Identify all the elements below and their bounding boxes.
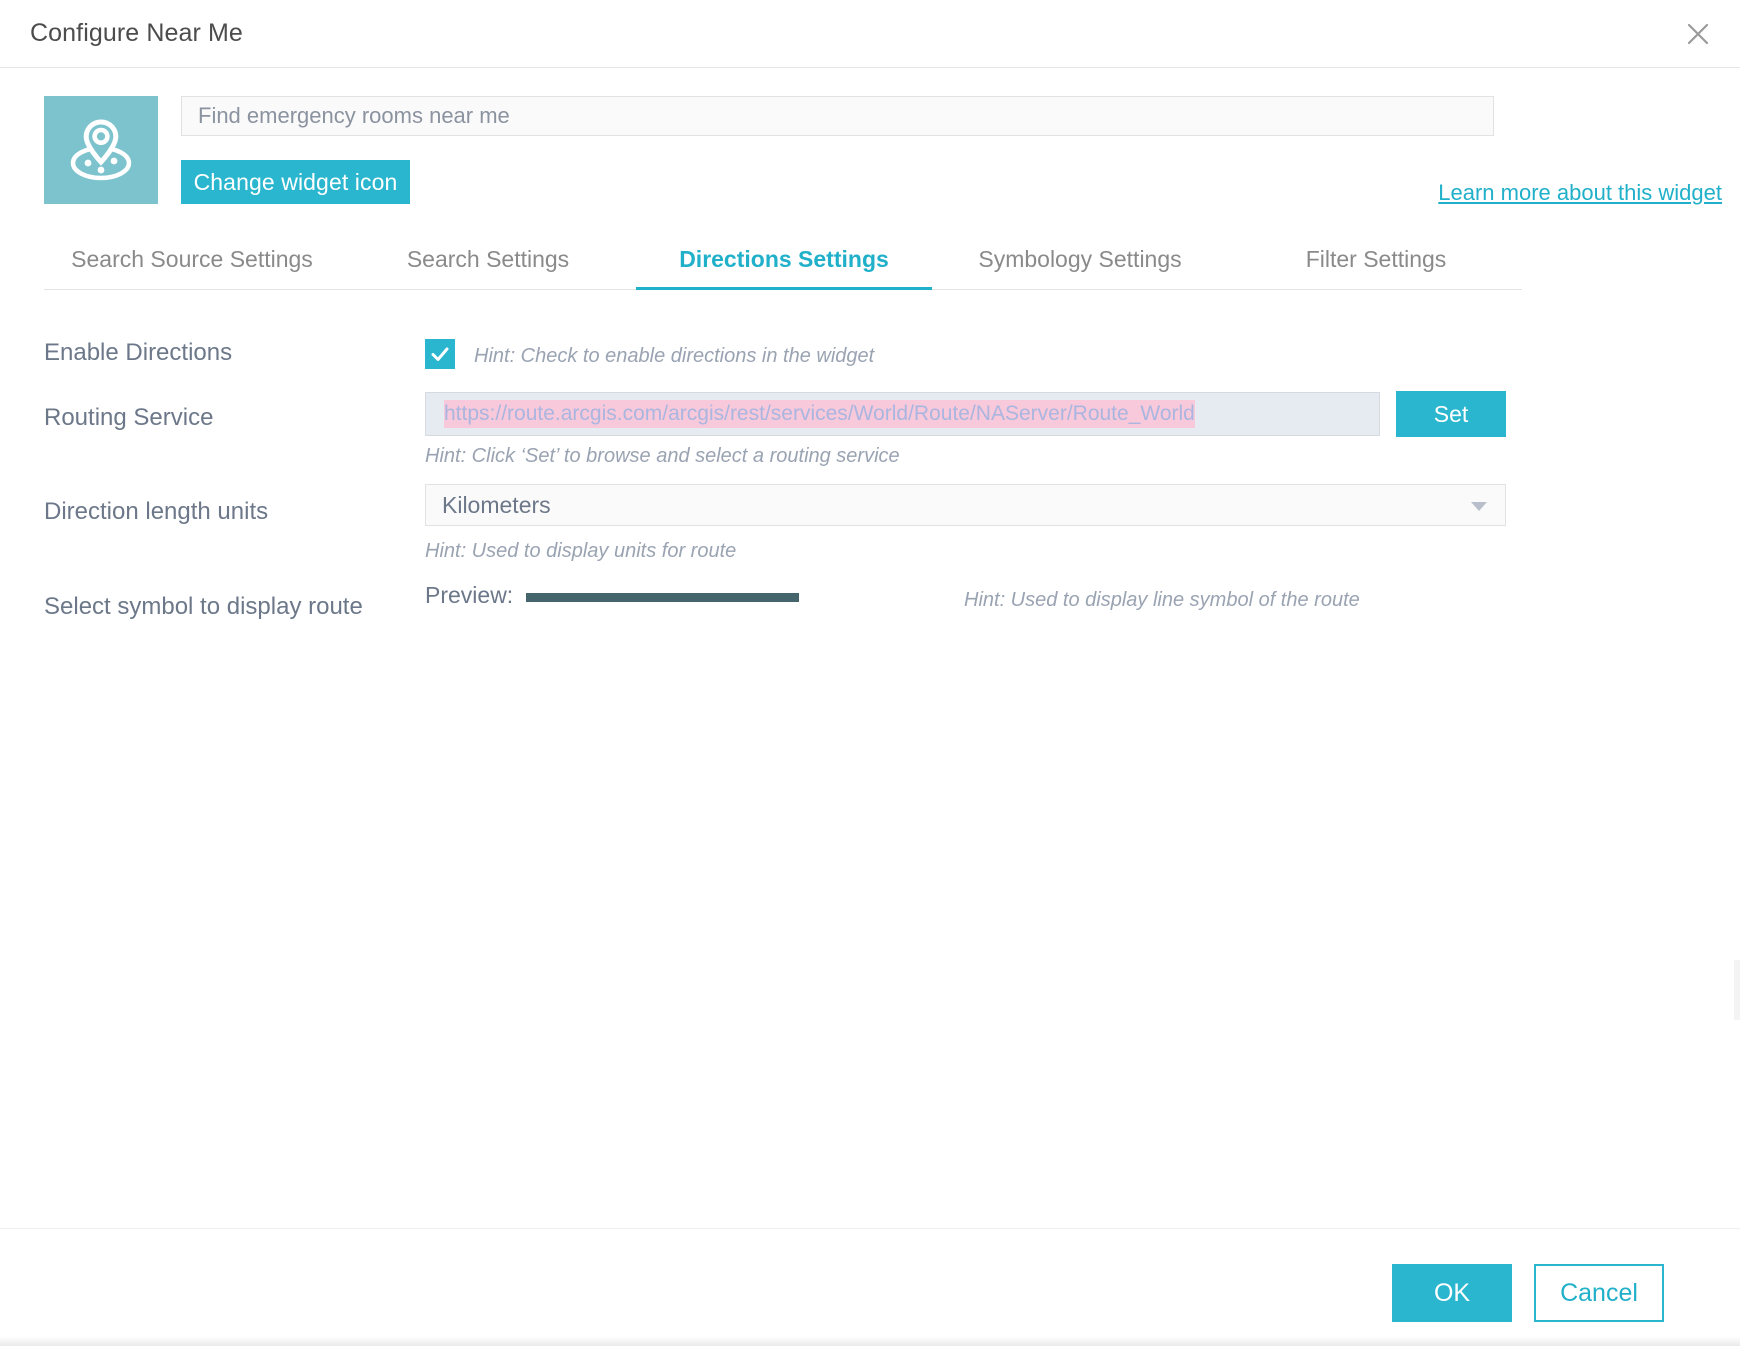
check-icon <box>431 347 449 361</box>
direction-length-units-select[interactable]: Kilometers <box>425 484 1506 526</box>
route-symbol-label: Select symbol to display route <box>44 593 363 620</box>
tab-directions-settings[interactable]: Directions Settings <box>636 238 932 290</box>
settings-tabs: Search Source Settings Search Settings D… <box>44 238 1522 290</box>
near-me-map-pin-icon[interactable] <box>44 96 158 204</box>
routing-service-hint: Hint: Click ‘Set’ to browse and select a… <box>425 445 900 467</box>
route-symbol-preview-swatch[interactable] <box>526 593 799 602</box>
direction-length-units-value: Kilometers <box>442 491 551 518</box>
dialog-titlebar: Configure Near Me <box>0 0 1740 68</box>
change-widget-icon-button[interactable]: Change widget icon <box>181 160 410 204</box>
configure-near-me-dialog: Configure Near Me Change widget icon Lea… <box>0 0 1740 1346</box>
direction-length-units-hint: Hint: Used to display units for route <box>425 540 737 562</box>
enable-directions-hint: Hint: Check to enable directions in the … <box>474 345 875 367</box>
learn-more-link[interactable]: Learn more about this widget <box>1438 180 1722 206</box>
routing-service-label: Routing Service <box>44 404 214 431</box>
tab-search-source-settings[interactable]: Search Source Settings <box>44 238 340 290</box>
route-symbol-preview-label: Preview: <box>425 582 514 608</box>
enable-directions-checkbox[interactable] <box>425 339 455 369</box>
direction-length-units-label: Direction length units <box>44 498 269 525</box>
cancel-button[interactable]: Cancel <box>1534 1264 1664 1322</box>
routing-service-url-text: https://route.arcgis.com/arcgis/rest/ser… <box>444 399 1195 429</box>
tab-filter-settings[interactable]: Filter Settings <box>1228 238 1524 290</box>
ok-button[interactable]: OK <box>1392 1264 1512 1322</box>
tab-search-settings[interactable]: Search Settings <box>340 238 636 290</box>
routing-service-input[interactable]: https://route.arcgis.com/arcgis/rest/ser… <box>425 392 1380 436</box>
route-symbol-hint: Hint: Used to display line symbol of the… <box>964 589 1360 611</box>
dialog-title: Configure Near Me <box>30 19 243 47</box>
window-edge-shade-right <box>1734 960 1740 1020</box>
widget-name-input[interactable] <box>181 96 1494 136</box>
close-icon[interactable] <box>1678 14 1718 54</box>
enable-directions-label: Enable Directions <box>44 339 233 366</box>
set-routing-service-button[interactable]: Set <box>1396 391 1506 437</box>
tab-symbology-settings[interactable]: Symbology Settings <box>932 238 1228 290</box>
window-bottom-shadow <box>0 1336 1740 1346</box>
chevron-down-icon <box>1471 502 1487 511</box>
